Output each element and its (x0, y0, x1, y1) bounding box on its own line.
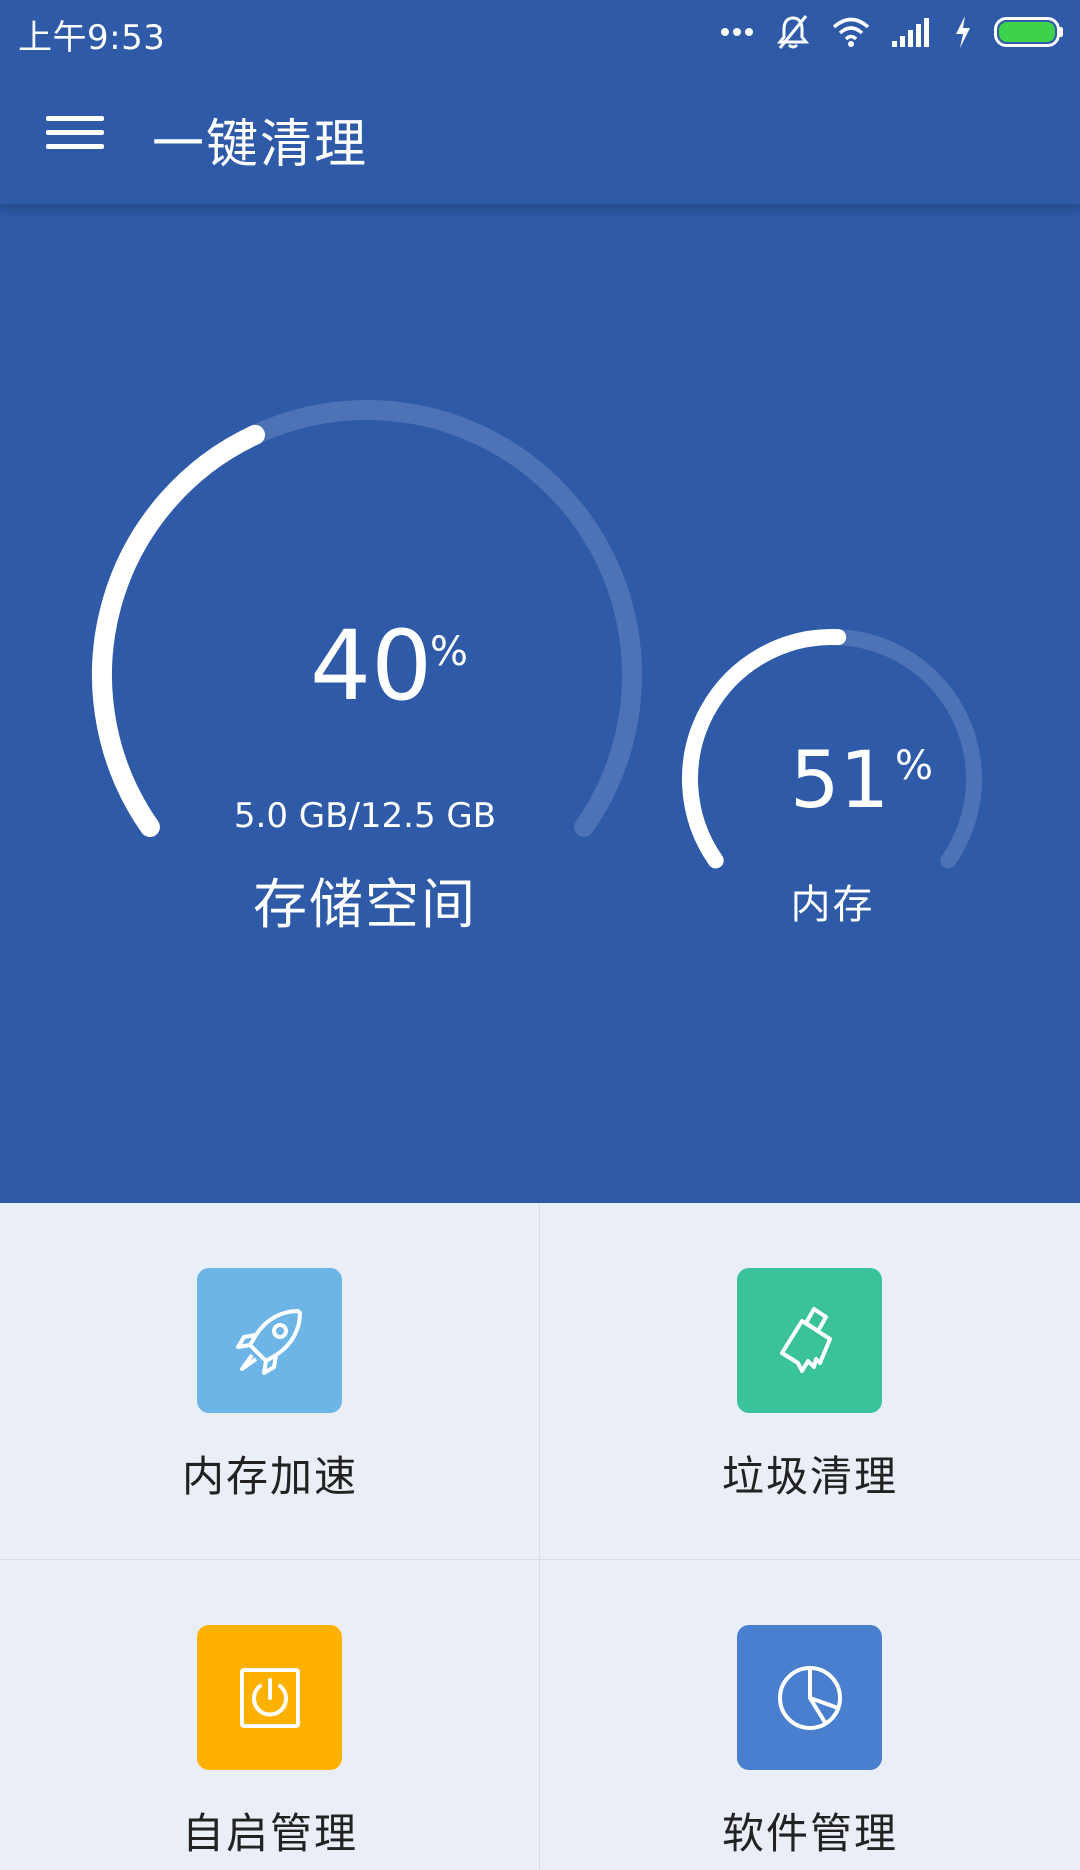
tool-memory-boost[interactable]: 内存加速 (0, 1203, 540, 1559)
tool-tile (197, 1268, 342, 1413)
storage-size: 5.0 GB/12.5 GB (233, 796, 497, 836)
rocket-icon (235, 1308, 302, 1375)
tool-tile (197, 1625, 342, 1770)
tool-label: 内存加速 (181, 1452, 358, 1501)
memory-percent-sign: % (895, 743, 934, 789)
tool-tile (737, 1268, 882, 1413)
page-title: 一键清理 (152, 115, 369, 175)
menu-button[interactable] (38, 104, 108, 164)
pie-chart-icon (777, 1665, 842, 1730)
storage-percent-sign: % (430, 629, 469, 675)
tool-junk-clean[interactable]: 垃圾清理 (540, 1203, 1080, 1559)
menu-icon-bar (46, 130, 104, 135)
tool-autostart-manage[interactable]: 自启管理 (0, 1560, 540, 1870)
broom-icon (779, 1306, 832, 1373)
tool-tile (737, 1625, 882, 1770)
memory-percent: 51 (790, 736, 890, 826)
menu-icon-bar (46, 144, 104, 149)
tool-label: 软件管理 (721, 1809, 898, 1858)
tools-grid: 内存加速 垃圾清理 自启管理 软件管理 (0, 1203, 1080, 1870)
menu-icon-bar (46, 116, 104, 121)
memory-label[interactable]: 内存 (750, 872, 915, 930)
storage-percent: 40 (310, 610, 433, 722)
storage-label[interactable]: 存储空间 (200, 860, 530, 939)
storage-gauge-fill (92, 424, 266, 837)
tool-label: 垃圾清理 (721, 1452, 898, 1501)
power-icon (239, 1667, 300, 1728)
app-bar: 一键清理 (0, 64, 1080, 204)
tool-label: 自启管理 (181, 1809, 358, 1858)
tool-app-manage[interactable]: 软件管理 (540, 1560, 1080, 1870)
